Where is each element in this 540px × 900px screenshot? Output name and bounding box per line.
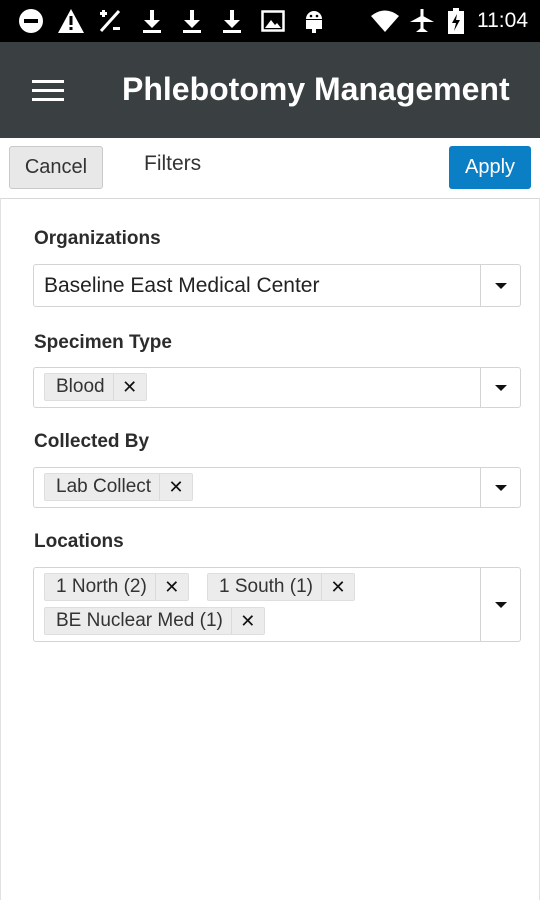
android-icon — [302, 8, 326, 34]
remove-chip-icon[interactable]: ✕ — [321, 574, 354, 600]
chip-label: Lab Collect — [56, 476, 152, 497]
wifi-icon — [370, 8, 400, 34]
specimen-type-dropdown-toggle[interactable] — [480, 368, 520, 407]
warning-icon — [56, 8, 86, 34]
chevron-down-icon — [494, 484, 507, 491]
status-bar: 11:04 — [0, 0, 540, 42]
do-not-disturb-icon — [16, 8, 46, 34]
locations-dropdown-toggle[interactable] — [480, 568, 520, 641]
image-icon — [260, 8, 286, 34]
chevron-down-icon — [494, 601, 507, 608]
chip-label: Blood — [56, 376, 105, 397]
hamburger-menu-icon[interactable] — [32, 80, 64, 104]
page-title: Phlebotomy Management — [122, 71, 510, 107]
download-icon — [220, 8, 244, 34]
organizations-dropdown-toggle[interactable] — [480, 265, 520, 306]
cancel-button[interactable]: Cancel — [9, 146, 103, 189]
collected-by-chip-lab-collect: Lab Collect ✕ — [44, 473, 194, 501]
download-icon — [140, 8, 164, 34]
specimen-type-select[interactable]: Blood ✕ — [33, 367, 521, 408]
chip-label: 1 South (1) — [219, 576, 313, 597]
location-chip-be-nuclear-med: BE Nuclear Med (1) ✕ — [44, 607, 265, 635]
download-icon — [180, 8, 204, 34]
status-time: 11:04 — [477, 9, 528, 32]
collected-by-select[interactable]: Lab Collect ✕ — [33, 467, 521, 508]
specimen-chip-blood: Blood ✕ — [44, 373, 147, 401]
percent-icon — [96, 8, 124, 34]
panel-left-border — [0, 198, 1, 900]
remove-chip-icon[interactable]: ✕ — [112, 374, 146, 400]
chevron-down-icon — [494, 384, 507, 391]
collected-by-label: Collected By — [34, 431, 150, 452]
remove-chip-icon[interactable]: ✕ — [154, 574, 188, 600]
specimen-type-label: Specimen Type — [34, 332, 172, 353]
airplane-icon — [408, 8, 436, 34]
organizations-label: Organizations — [34, 228, 161, 249]
collected-by-dropdown-toggle[interactable] — [480, 468, 520, 507]
organizations-value: Baseline East Medical Center — [44, 274, 320, 297]
location-chip-1-north: 1 North (2) ✕ — [44, 573, 189, 601]
organizations-select[interactable]: Baseline East Medical Center — [33, 264, 521, 307]
battery-charging-icon — [445, 8, 467, 34]
chip-label: BE Nuclear Med (1) — [56, 610, 223, 631]
remove-chip-icon[interactable]: ✕ — [230, 608, 264, 634]
location-chip-1-south: 1 South (1) ✕ — [207, 573, 355, 601]
chip-label: 1 North (2) — [56, 576, 147, 597]
remove-chip-icon[interactable]: ✕ — [159, 474, 192, 500]
filters-title: Filters — [144, 152, 202, 175]
locations-label: Locations — [34, 531, 124, 552]
apply-button[interactable]: Apply — [449, 146, 531, 189]
chevron-down-icon — [494, 282, 507, 289]
locations-select[interactable]: 1 North (2) ✕ 1 South (1) ✕ BE Nuclear M… — [33, 567, 521, 642]
